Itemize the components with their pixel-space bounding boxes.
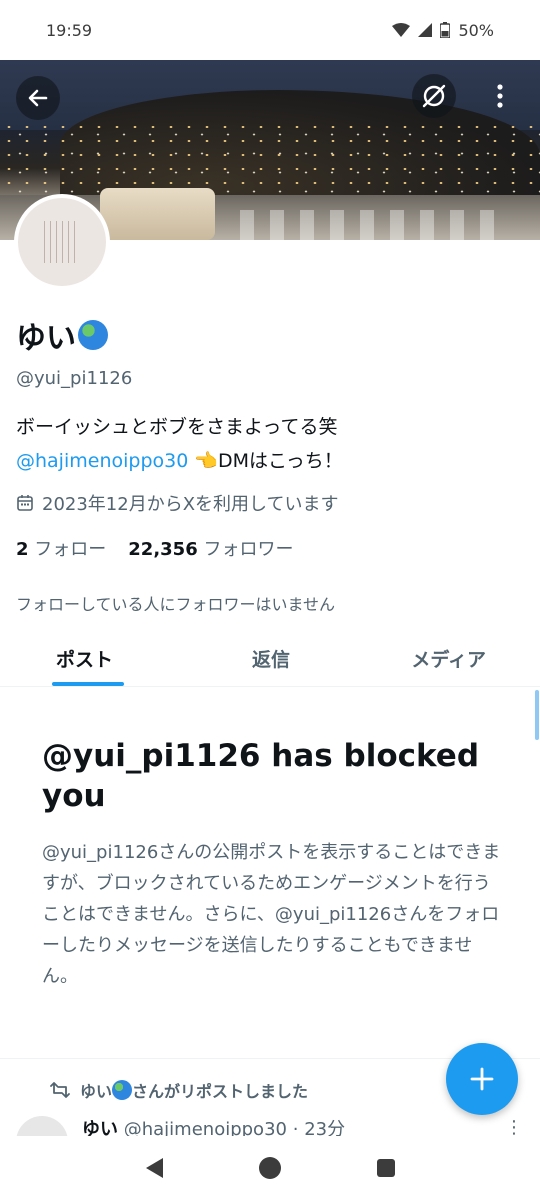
more-options-button[interactable] <box>478 74 522 118</box>
more-vertical-icon <box>497 84 503 108</box>
signal-icon <box>418 23 433 37</box>
follow-stats: 2 フォロー 22,356 フォロワー <box>16 535 293 561</box>
nav-back-icon[interactable] <box>145 1157 163 1178</box>
unmute-button[interactable] <box>412 74 456 118</box>
battery-percent: 50% <box>458 20 494 40</box>
wifi-icon <box>392 23 411 37</box>
back-button[interactable] <box>16 76 60 120</box>
repost-user-name: ゆい <box>80 1082 113 1101</box>
tab-posts[interactable]: ポスト <box>0 630 199 686</box>
blocked-title: @yui_pi1126 has blocked you <box>42 738 480 814</box>
bio-line-2-rest: 👈DMはこっち！ <box>188 450 343 472</box>
battery-icon <box>440 22 451 38</box>
arrow-left-icon <box>28 89 48 107</box>
profile-handle: @yui_pi1126 <box>16 368 133 389</box>
following-link[interactable]: 2 フォロー <box>16 535 106 561</box>
profile-avatar[interactable] <box>14 194 110 290</box>
following-count: 2 <box>16 539 29 560</box>
joined-text: 2023年12月からXを利用しています <box>42 494 339 515</box>
eye-slash-icon <box>422 84 446 108</box>
repost-icon <box>50 1082 70 1098</box>
mutual-followers-note: フォローしている人にフォロワーはいません <box>16 595 336 614</box>
bio-mention-link[interactable]: @hajimenoippo30 <box>16 450 188 472</box>
display-name-text: ゆい <box>16 321 76 356</box>
plus-icon <box>470 1067 494 1091</box>
avatar-text-texture <box>44 221 80 263</box>
status-bar: 19:59 50% <box>0 0 540 60</box>
blocked-description: @yui_pi1126さんの公開ポストを表示することはできますが、ブロックされて… <box>42 842 501 987</box>
repost-label: ゆい さんがリポストしました <box>80 1078 308 1102</box>
profile-tabs: ポスト 返信 メディア <box>0 630 540 687</box>
tab-media[interactable]: メディア <box>343 630 540 686</box>
nav-home-icon[interactable] <box>258 1156 281 1179</box>
calendar-icon <box>17 495 33 511</box>
followers-count: 22,356 <box>128 539 198 560</box>
globe-emoji-icon <box>78 320 108 350</box>
repost-suffix: さんがリポストしました <box>132 1082 309 1101</box>
following-label: フォロー <box>34 539 107 560</box>
scrollbar[interactable] <box>535 690 539 740</box>
profile-bio: ボーイッシュとボブをさまよってる笑 @hajimenoippo30 👈DMはこっ… <box>16 410 343 478</box>
banner-cushion <box>100 188 215 240</box>
banner-glasses <box>240 210 500 240</box>
display-name: ゆい <box>16 313 108 357</box>
bio-line-1: ボーイッシュとボブをさまよってる笑 <box>16 416 338 438</box>
compose-button[interactable] <box>446 1043 518 1115</box>
followers-label: フォロワー <box>203 539 294 560</box>
bio-line-2: @hajimenoippo30 👈DMはこっち！ <box>16 444 343 478</box>
joined-date: 2023年12月からXを利用しています <box>16 490 339 516</box>
status-icons: 50% <box>392 21 494 40</box>
globe-emoji-icon <box>112 1080 133 1100</box>
tab-replies[interactable]: 返信 <box>199 630 342 686</box>
system-nav-bar <box>0 1136 540 1199</box>
avatar-image <box>18 198 106 286</box>
followers-link[interactable]: 22,356 フォロワー <box>128 535 293 561</box>
repost-context[interactable]: ゆい さんがリポストしました <box>50 1078 308 1102</box>
nav-recents-icon[interactable] <box>376 1158 395 1177</box>
tweet-more-button[interactable]: ⋮ <box>505 1117 523 1138</box>
status-time: 19:59 <box>46 20 93 40</box>
